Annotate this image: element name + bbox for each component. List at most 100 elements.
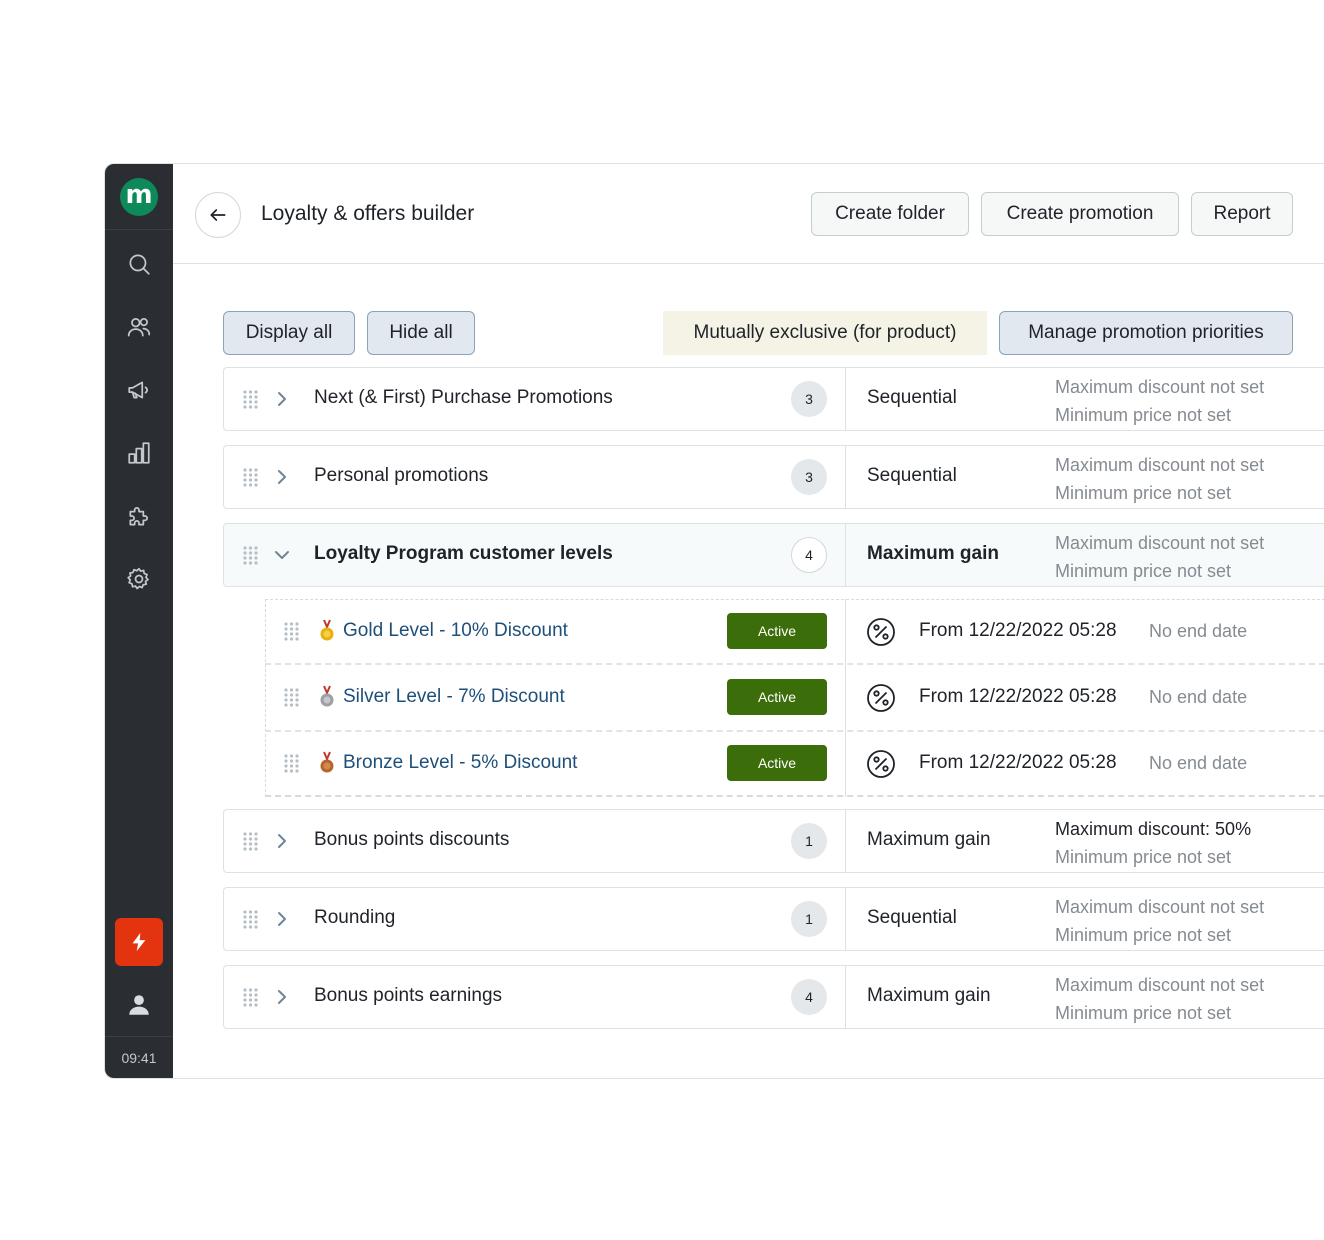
count-badge: 4 (791, 979, 827, 1015)
chevron-right-icon[interactable] (272, 986, 292, 1008)
max-discount: Maximum discount not set (1055, 455, 1265, 475)
app-logo[interactable]: m (120, 177, 158, 216)
percent-icon (866, 683, 896, 713)
megaphone-icon[interactable] (124, 375, 154, 405)
drag-handle-icon[interactable] (283, 687, 300, 708)
chevron-right-icon[interactable] (272, 830, 292, 852)
drag-handle-icon[interactable] (242, 909, 259, 930)
drag-handle-icon[interactable] (283, 753, 300, 774)
group-row[interactable]: Bonus points discounts 1 Maximum gain Ma… (223, 809, 1324, 873)
column-divider (845, 888, 846, 950)
promotion-link[interactable]: Gold Level - 10% Discount (343, 620, 568, 642)
manage-priorities-button[interactable]: Manage promotion priorities (999, 311, 1293, 355)
min-price: Minimum price not set (1055, 483, 1232, 503)
search-icon[interactable] (124, 249, 154, 279)
logo-area: m (105, 164, 173, 230)
start-date: From 12/22/2022 05:28 (919, 752, 1117, 773)
drag-handle-icon[interactable] (242, 987, 259, 1008)
max-discount: Maximum discount: 50% (1055, 819, 1252, 839)
status-badge: Active (727, 679, 827, 715)
chevron-down-icon[interactable] (272, 544, 292, 566)
promotion-link[interactable]: Silver Level - 7% Discount (343, 686, 565, 708)
clock: 09:41 (121, 1049, 157, 1066)
count-badge: 3 (791, 459, 827, 495)
group-limits: Maximum discount not set Minimum price n… (1055, 893, 1264, 949)
app-window: m 09:41 Loyalty & offers builder Create … (104, 163, 1324, 1079)
group-mode: Sequential (867, 907, 957, 928)
group-row[interactable]: Rounding 1 Sequential Maximum discount n… (223, 887, 1324, 951)
count-badge: 3 (791, 381, 827, 417)
start-date: From 12/22/2022 05:28 (919, 620, 1117, 641)
group-title: Loyalty Program customer levels (314, 543, 613, 564)
drag-handle-icon[interactable] (242, 545, 259, 566)
group-limits: Maximum discount not set Minimum price n… (1055, 529, 1264, 585)
column-divider (845, 368, 846, 430)
mutually-exclusive-label: Mutually exclusive (for product) (663, 311, 987, 355)
gold-medal-icon (319, 619, 335, 643)
group-mode: Maximum gain (867, 985, 991, 1006)
promotion-link[interactable]: Bronze Level - 5% Discount (343, 752, 577, 774)
count-badge: 1 (791, 901, 827, 937)
group-limits: Maximum discount not set Minimum price n… (1055, 373, 1264, 429)
create-folder-button[interactable]: Create folder (811, 192, 969, 236)
sidebar: m 09:41 (105, 164, 173, 1078)
drag-handle-icon[interactable] (283, 621, 300, 642)
column-divider (845, 810, 846, 872)
column-divider (845, 599, 846, 665)
drag-handle-icon[interactable] (242, 831, 259, 852)
gear-icon[interactable] (124, 564, 154, 594)
group-limits: Maximum discount not set Minimum price n… (1055, 451, 1264, 507)
count-badge: 4 (791, 537, 827, 573)
lightning-icon (132, 932, 146, 952)
min-price: Minimum price not set (1055, 1003, 1232, 1023)
count-badge: 1 (791, 823, 827, 859)
chevron-right-icon[interactable] (272, 388, 292, 410)
quick-action-button[interactable] (115, 918, 163, 966)
promotion-row[interactable]: Gold Level - 10% Discount Active From 12… (265, 599, 1324, 665)
min-price: Minimum price not set (1055, 561, 1232, 581)
group-title: Bonus points discounts (314, 829, 510, 850)
min-price: Minimum price not set (1055, 847, 1232, 867)
display-all-button[interactable]: Display all (223, 311, 355, 355)
status-badge: Active (727, 745, 827, 781)
group-limits: Maximum discount not set Minimum price n… (1055, 971, 1264, 1027)
promotion-row[interactable]: Silver Level - 7% Discount Active From 1… (265, 665, 1324, 731)
promotion-row[interactable]: Bronze Level - 5% Discount Active From 1… (265, 731, 1324, 797)
end-date: No end date (1149, 687, 1248, 707)
page-header: Loyalty & offers builder Create folder C… (173, 164, 1324, 264)
drag-handle-icon[interactable] (242, 389, 259, 410)
percent-icon (866, 617, 896, 647)
chart-icon[interactable] (124, 438, 154, 468)
clock-area: 09:41 (105, 1036, 173, 1078)
group-row[interactable]: Personal promotions 3 Sequential Maximum… (223, 445, 1324, 509)
end-date: No end date (1149, 753, 1248, 773)
column-divider (845, 446, 846, 508)
report-button[interactable]: Report (1191, 192, 1293, 236)
silver-medal-icon (319, 685, 335, 709)
group-title: Personal promotions (314, 465, 489, 486)
end-date: No end date (1149, 621, 1248, 641)
percent-icon (866, 749, 896, 779)
max-discount: Maximum discount not set (1055, 897, 1265, 917)
arrow-left-icon (210, 209, 226, 221)
group-row-expanded[interactable]: Loyalty Program customer levels 4 Maximu… (223, 523, 1324, 587)
user-profile-icon[interactable] (124, 990, 154, 1020)
back-button[interactable] (195, 192, 241, 238)
chevron-right-icon[interactable] (272, 466, 292, 488)
group-mode: Sequential (867, 387, 957, 408)
drag-handle-icon[interactable] (242, 467, 259, 488)
hide-all-button[interactable]: Hide all (367, 311, 475, 355)
group-row[interactable]: Bonus points earnings 4 Maximum gain Max… (223, 965, 1324, 1029)
puzzle-icon[interactable] (124, 501, 154, 531)
chevron-right-icon[interactable] (272, 908, 292, 930)
max-discount: Maximum discount not set (1055, 377, 1265, 397)
column-divider (845, 966, 846, 1028)
create-promotion-button[interactable]: Create promotion (981, 192, 1179, 236)
users-icon[interactable] (124, 312, 154, 342)
max-discount: Maximum discount not set (1055, 975, 1265, 995)
group-row[interactable]: Next (& First) Purchase Promotions 3 Seq… (223, 367, 1324, 431)
page-title: Loyalty & offers builder (261, 202, 475, 225)
bronze-medal-icon (319, 751, 335, 775)
start-date: From 12/22/2022 05:28 (919, 686, 1117, 707)
group-mode: Maximum gain (867, 829, 991, 850)
